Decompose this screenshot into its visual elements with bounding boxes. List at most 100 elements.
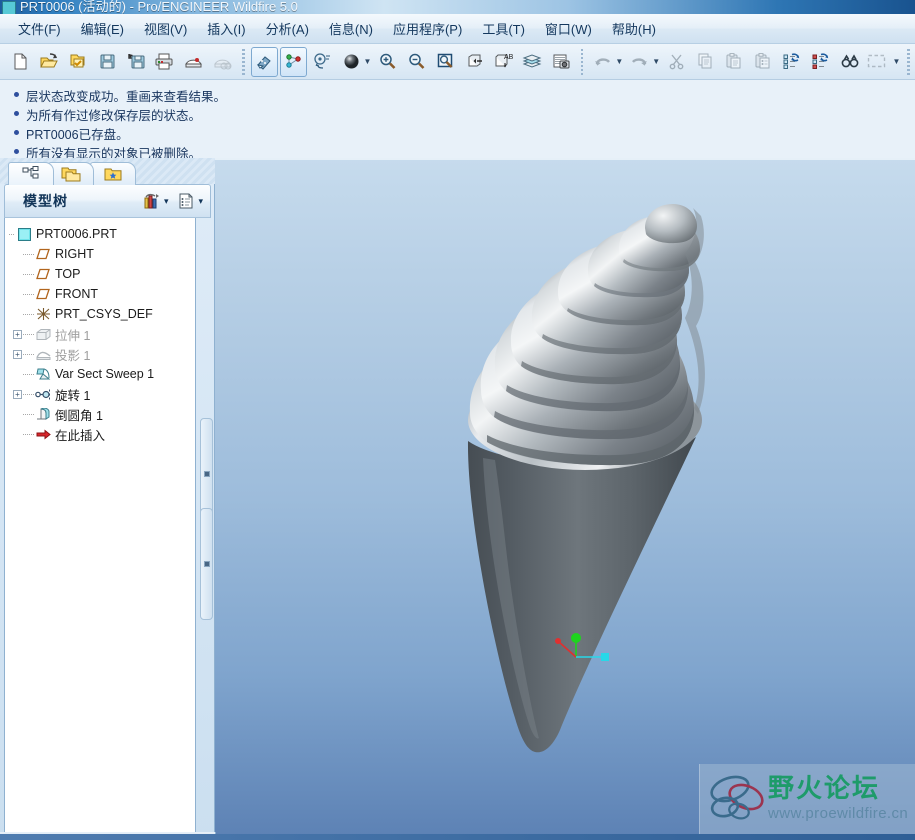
tree-item-label: PRT0006.PRT <box>36 227 117 241</box>
favorites-folder-icon <box>104 168 122 180</box>
watermark-title: 野火论坛 <box>768 774 881 805</box>
display-style-icon[interactable] <box>338 47 365 77</box>
splitter-grip-dot <box>203 561 210 567</box>
tree-item-part[interactable]: PRT0006.PRT <box>9 224 195 244</box>
csys-x-axis-handle <box>555 638 561 644</box>
message-area: 层状态改变成功。重画来查看结果。 为所有作过修改保存层的状态。 PRT0006已… <box>0 80 915 161</box>
zoom-in-icon[interactable] <box>374 47 401 77</box>
tree-item-csys[interactable]: PRT_CSYS_DEF <box>9 304 195 324</box>
tree-expander-plus[interactable]: + <box>13 329 22 339</box>
undo-dropdown-caret[interactable]: ▼ <box>615 57 623 66</box>
tab-favorites[interactable] <box>90 162 136 185</box>
layers-icon[interactable] <box>519 47 546 77</box>
save-icon[interactable] <box>94 47 121 77</box>
select-box-icon[interactable] <box>865 47 893 77</box>
tree-panel-splitter-lower[interactable] <box>200 508 213 620</box>
graphics-window[interactable]: 野火论坛 www.proewildfire.cn <box>215 158 915 840</box>
tree-item-label: PRT_CSYS_DEF <box>55 307 153 321</box>
tree-item-right[interactable]: RIGHT <box>9 244 195 264</box>
tree-item-label: FRONT <box>55 287 99 301</box>
tree-connector <box>23 413 34 415</box>
menu-applications[interactable]: 应用程序(P) <box>383 14 472 43</box>
toolbar-separator-3 <box>907 48 911 75</box>
set-working-directory-icon[interactable] <box>65 47 92 77</box>
navigator-panel: 模型树 ▾ ▾ PRT0006.PRT RIGHT TOP FRONT PRT_… <box>0 158 216 840</box>
menu-edit[interactable]: 编辑(E) <box>71 14 134 43</box>
print-icon[interactable] <box>152 47 179 77</box>
tree-expander-plus[interactable]: + <box>13 389 22 399</box>
message-row: PRT0006已存盘。 <box>8 124 915 143</box>
toolbar-separator-1 <box>242 48 245 75</box>
redo-dropdown-caret[interactable]: ▼ <box>652 57 660 66</box>
message-row: 层状态改变成功。重画来查看结果。 <box>8 86 915 105</box>
menu-tools[interactable]: 工具(T) <box>472 14 535 43</box>
menu-help[interactable]: 帮助(H) <box>602 14 666 43</box>
tree-item-label: Var Sect Sweep 1 <box>55 367 155 381</box>
tab-folder-browser[interactable] <box>48 162 94 185</box>
select-box-dropdown-caret[interactable]: ▼ <box>892 57 900 66</box>
copy-icon[interactable] <box>692 47 719 77</box>
paste-icon[interactable] <box>721 47 748 77</box>
tab-model-tree[interactable] <box>8 162 54 185</box>
tree-display-caret[interactable]: ▾ <box>198 196 203 207</box>
message-bullet-icon <box>14 149 19 154</box>
menu-bar: 文件(F) 编辑(E) 视图(V) 插入(I) 分析(A) 信息(N) 应用程序… <box>0 14 915 44</box>
datum-display-filters-icon[interactable] <box>279 46 307 77</box>
tree-item-var-sect-sweep[interactable]: Var Sect Sweep 1 <box>9 364 195 384</box>
tree-item-top[interactable]: TOP <box>9 264 195 284</box>
model-tree[interactable]: PRT0006.PRT RIGHT TOP FRONT PRT_CSYS_DEF… <box>4 218 196 840</box>
menu-window[interactable]: 窗口(W) <box>535 14 602 43</box>
watermark-url: www.proewildfire.cn <box>768 804 909 822</box>
tree-item-label: 在此插入 <box>55 428 106 443</box>
splitter-grip-dot <box>203 471 210 477</box>
tree-item-revolve[interactable]: + 旋转 1 <box>9 384 195 404</box>
csys-y-axis-handle <box>571 633 581 643</box>
reorient-icon[interactable] <box>461 47 488 77</box>
menu-info[interactable]: 信息(N) <box>319 14 383 43</box>
tree-tools-caret[interactable]: ▾ <box>164 196 169 207</box>
find-icon[interactable] <box>837 47 864 77</box>
new-file-icon[interactable] <box>7 47 34 77</box>
tree-item-project[interactable]: + 投影 1 <box>9 344 195 364</box>
tree-expander-plus[interactable]: + <box>13 349 22 359</box>
menu-insert[interactable]: 插入(I) <box>197 14 255 43</box>
save-a-copy-icon[interactable] <box>123 47 150 77</box>
tree-item-insert-here[interactable]: 在此插入 <box>9 424 195 444</box>
spin-center-icon[interactable] <box>309 47 336 77</box>
page-title: 模型树 <box>23 193 68 209</box>
message-bullet-icon <box>14 92 19 97</box>
paste-special-icon[interactable] <box>750 47 777 77</box>
menu-analysis[interactable]: 分析(A) <box>256 14 319 43</box>
menu-view[interactable]: 视图(V) <box>134 14 197 43</box>
redo-icon[interactable] <box>626 47 653 77</box>
regenerate-manual-icon[interactable] <box>808 47 835 77</box>
menu-file[interactable]: 文件(F) <box>8 14 71 43</box>
datum-plane-icon <box>35 266 51 282</box>
undo-icon[interactable] <box>589 47 616 77</box>
tree-item-label: 倒圆角 1 <box>55 408 103 423</box>
swirl-tip <box>645 204 697 244</box>
display-style-dropdown-caret[interactable]: ▼ <box>364 57 372 66</box>
refit-icon[interactable] <box>432 47 459 77</box>
message-bullet-icon <box>14 130 19 135</box>
zoom-out-icon[interactable] <box>403 47 430 77</box>
tree-item-extrude[interactable]: + 拉伸 1 <box>9 324 195 344</box>
part-icon <box>16 226 32 242</box>
forum-watermark: 野火论坛 www.proewildfire.cn <box>699 764 915 834</box>
tree-item-round[interactable]: 倒圆角 1 <box>9 404 195 424</box>
cut-icon[interactable] <box>663 47 690 77</box>
model-player-icon[interactable] <box>548 47 575 77</box>
tree-item-front[interactable]: FRONT <box>9 284 195 304</box>
mail-link-icon[interactable] <box>209 47 236 77</box>
tree-display-button[interactable]: ▾ <box>175 189 206 213</box>
tree-connector <box>23 373 34 375</box>
open-file-icon[interactable] <box>36 47 63 77</box>
butterfly-logo-icon <box>710 775 764 820</box>
tree-tools-button[interactable]: ▾ <box>140 189 172 213</box>
tree-connector <box>23 333 34 335</box>
tree-connector <box>23 353 34 355</box>
annotation-icon[interactable]: AB <box>490 47 517 77</box>
mail-recipient-icon[interactable] <box>180 47 207 77</box>
regenerate-icon[interactable] <box>779 47 806 77</box>
repaint-icon[interactable] <box>250 46 278 77</box>
